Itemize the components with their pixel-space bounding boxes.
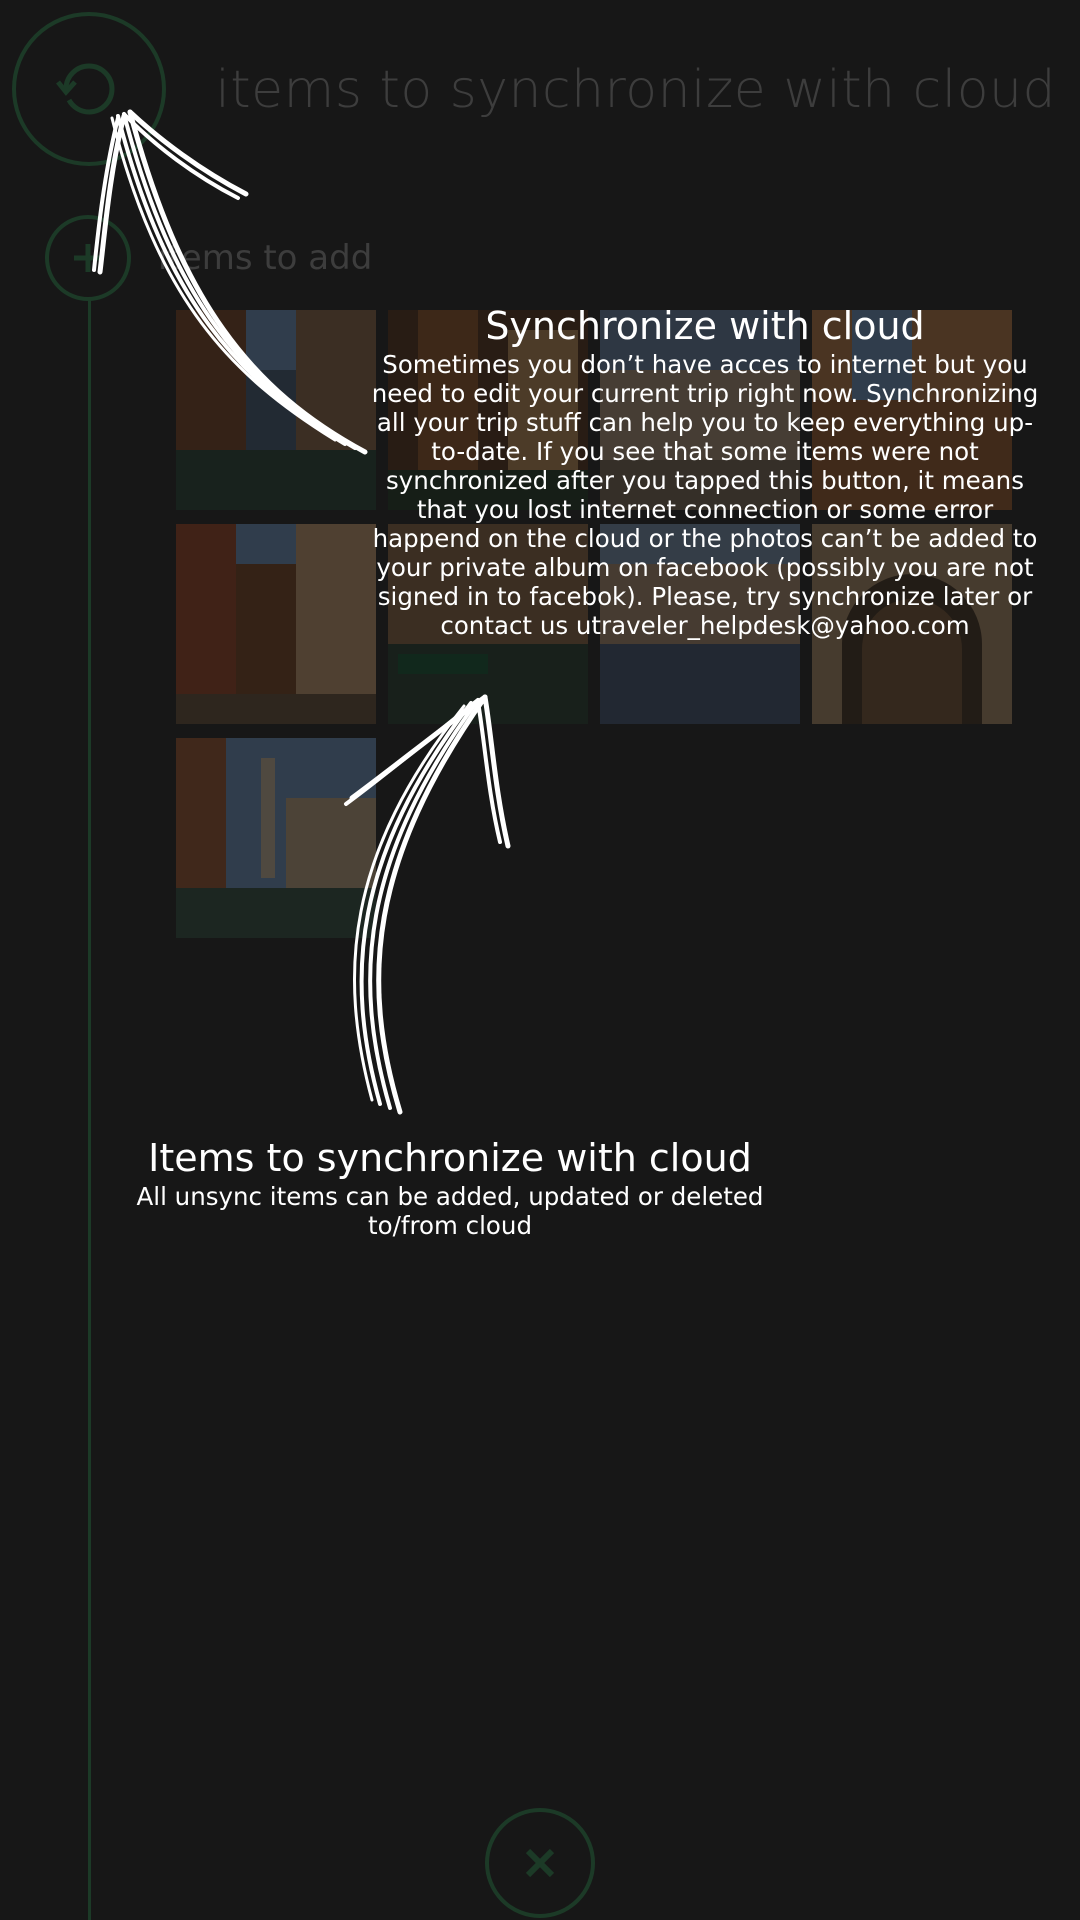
items-tip-body: All unsync items can be added, updated o…: [136, 1182, 764, 1240]
arrow-to-photo-grid-icon: [344, 694, 511, 1115]
tutorial-arrows: [92, 109, 511, 1115]
items-tip: Items to synchronize with cloud All unsy…: [110, 1134, 790, 1240]
sync-tip-title: Synchronize with cloud: [485, 304, 925, 348]
sync-tip: Synchronize with cloud Sometimes you don…: [360, 302, 1050, 640]
sync-tip-body: Sometimes you don’t have acces to intern…: [371, 350, 1039, 640]
arrow-to-sync-button-icon: [92, 109, 368, 455]
sync-tutorial-screen: items to synchronize with cloud items to…: [0, 0, 1080, 1920]
items-tip-title: Items to synchronize with cloud: [148, 1136, 752, 1180]
